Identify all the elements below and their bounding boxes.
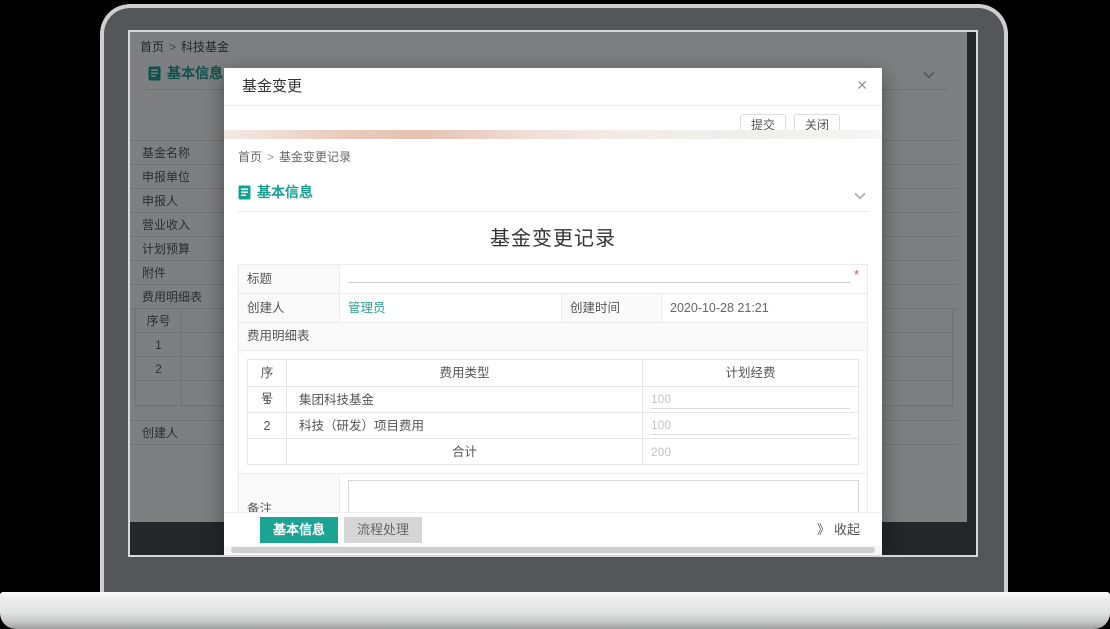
- required-mark: *: [854, 268, 859, 281]
- creator-link[interactable]: 管理员: [348, 301, 386, 315]
- chevron-down-icon[interactable]: [854, 188, 865, 199]
- scrollbar-thumb[interactable]: [231, 547, 875, 553]
- creator-label: 创建人: [239, 293, 339, 322]
- created-time-label: 创建时间: [561, 293, 661, 322]
- laptop-base: [0, 592, 1110, 629]
- expense-detail-cell: 序号 费用类型 计划经费 1 集团科技基金 100 2 科技（研发）项目费用 1…: [239, 350, 867, 473]
- amount-input[interactable]: 100: [651, 416, 850, 435]
- laptop-screen: 首页>科技基金 基本信息 基金名称 申报单位 申报人 营业收入 计划预算 附件 …: [128, 30, 978, 557]
- row-type: 科技（研发）项目费用: [286, 412, 642, 438]
- total-value: 200: [642, 438, 858, 464]
- tab-process-handling[interactable]: 流程处理: [344, 517, 422, 543]
- row-no: 1: [248, 386, 286, 412]
- breadcrumb: 首页 > 基金变更记录: [238, 148, 868, 165]
- horizontal-scrollbar: [224, 546, 882, 555]
- total-empty-cell: [248, 438, 286, 464]
- total-label: 合计: [286, 438, 642, 464]
- tab-basic-info[interactable]: 基本信息: [260, 517, 338, 543]
- breadcrumb-home[interactable]: 首页: [238, 150, 262, 164]
- modal-content: 首页 > 基金变更记录 基本信息 基金变更记录 标题 *: [224, 139, 882, 512]
- collapse-control[interactable]: 》收起: [817, 513, 860, 547]
- close-icon[interactable]: ✕: [856, 78, 868, 92]
- row-type: 集团科技基金: [286, 386, 642, 412]
- breadcrumb-current: 基金变更记录: [279, 150, 351, 164]
- tab-bar: 基本信息 流程处理: [260, 517, 422, 543]
- col-header-no: 序号: [248, 360, 286, 386]
- amount-input[interactable]: 100: [651, 390, 850, 409]
- expense-table: 序号 费用类型 计划经费 1 集团科技基金 100 2 科技（研发）项目费用 1…: [247, 359, 859, 465]
- decorative-banner: [224, 130, 882, 139]
- title-label: 标题: [239, 265, 339, 293]
- remarks-label: 备注: [239, 473, 339, 512]
- row-no: 2: [248, 412, 286, 438]
- document-icon: [238, 185, 251, 200]
- stage: 首页>科技基金 基本信息 基金名称 申报单位 申报人 营业收入 计划预算 附件 …: [0, 0, 1110, 629]
- breadcrumb-separator: >: [267, 150, 274, 164]
- created-time-value: 2020-10-28 21:21: [661, 293, 867, 322]
- section-title: 基本信息: [257, 182, 313, 202]
- col-header-type: 费用类型: [286, 360, 642, 386]
- expense-detail-label: 费用明细表: [239, 322, 867, 350]
- collapse-icon: 》: [817, 522, 830, 537]
- title-field-cell: *: [339, 265, 867, 293]
- remarks-textarea[interactable]: [348, 480, 859, 512]
- form-table: 标题 * 创建人 管理员 创建时间 2020-10-28 21:21 费用明细表: [238, 264, 868, 512]
- col-header-amount: 计划经费: [642, 360, 858, 386]
- form-title: 基金变更记录: [238, 222, 868, 251]
- modal-header: 基金变更 ✕: [224, 68, 882, 106]
- modal-footer: 基本信息 流程处理 》收起: [224, 512, 882, 546]
- section-header: 基本信息: [238, 182, 868, 202]
- amount-cell: 100: [642, 386, 858, 412]
- fund-change-modal: 基金变更 ✕ 提交 关闭 首页>基金变更记录 基本信息 基金变更记录: [224, 68, 882, 555]
- collapse-label: 收起: [834, 522, 860, 537]
- divider: [238, 211, 868, 212]
- modal-title: 基金变更: [242, 68, 302, 106]
- amount-cell: 100: [642, 412, 858, 438]
- title-input[interactable]: [348, 265, 850, 283]
- remarks-cell: [339, 473, 867, 512]
